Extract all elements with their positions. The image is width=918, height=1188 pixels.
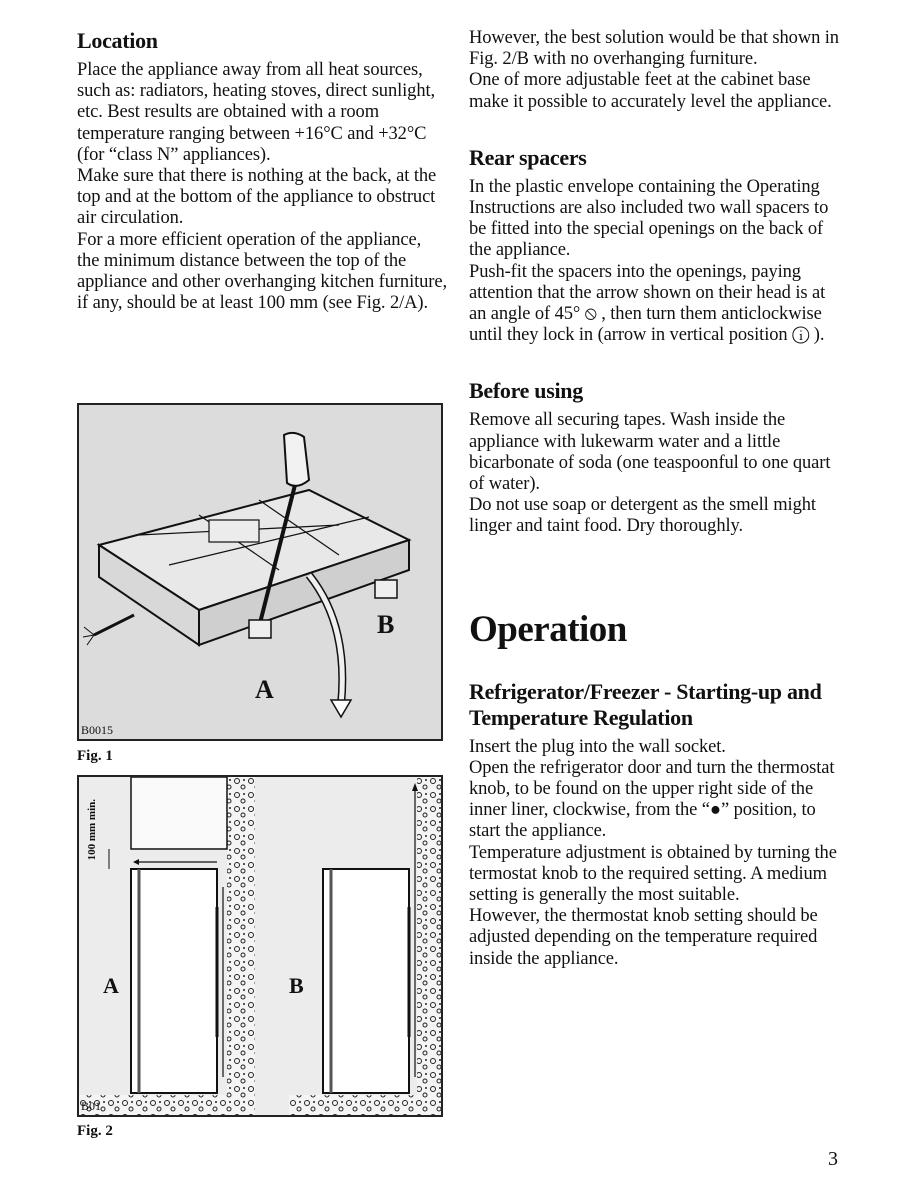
before-using-heading: Before using [469,378,583,404]
fig2-illustration [79,776,441,1115]
fig2-label-b: B [289,973,304,998]
location-paragraph: Place the appliance away from all heat s… [77,60,436,165]
rear-spacers-heading: Rear spacers [469,144,587,170]
fig2-caption: Fig. 2 [77,1123,113,1139]
fridge-b [322,868,410,1094]
figure-1: A B B0015 [77,403,443,741]
fig1-label-a: A [255,675,274,704]
location-paragraph: Make sure that there is nothing at the b… [77,166,437,229]
page-number: 3 [828,1148,838,1170]
before-using-paragraph: Remove all securing tapes. Wash inside t… [469,410,831,495]
fridge-a [130,868,218,1094]
location-paragraph: For a more efficient operation of the ap… [77,229,447,314]
right-column: However, the best solution would be that… [469,28,844,970]
fig1-label-b: B [377,610,395,639]
power-cable [93,613,135,637]
operation-paragraph: Open the refrigerator door and turn the … [469,757,835,842]
fig2-label-a: A [103,973,119,998]
rear-spacers-paragraph: Push-fit the spacers into the openings, … [469,261,826,346]
wall-b [417,777,441,1115]
fig1-caption: Fig. 1 [77,748,113,764]
floor-b [289,1095,441,1115]
wall-a [227,777,255,1115]
figure-2: 100 mm min. A B B01 [77,775,443,1117]
operation-paragraph: However, the thermostat knob setting sho… [469,906,818,969]
operation-subheading: Refrigerator/Freezer - Starting-up and T… [469,678,822,730]
location-heading: Location [77,28,158,53]
fig2-code: B01 [81,1099,102,1113]
left-column: Location Place the appliance away from a… [77,28,447,314]
before-using-paragraph: Do not use soap or detergent as the smel… [469,495,816,537]
floor-a [79,1095,255,1115]
intro-paragraph: One of more adjustable feet at the cabin… [469,70,832,112]
operation-title: Operation [469,608,627,650]
operation-paragraph: Insert the plug into the wall socket. [469,736,726,757]
operation-paragraph: Temperature adjustment is obtained by tu… [469,842,837,906]
fig1-code: B0015 [81,723,114,737]
screwdriver-handle [282,431,311,487]
intro-paragraph: However, the best solution would be that… [469,28,839,70]
overhang-cabinet [130,776,228,850]
fig2-distance-label: 100 mm min. [86,799,98,861]
rear-spacers-paragraph: In the plastic envelope containing the O… [469,176,829,261]
